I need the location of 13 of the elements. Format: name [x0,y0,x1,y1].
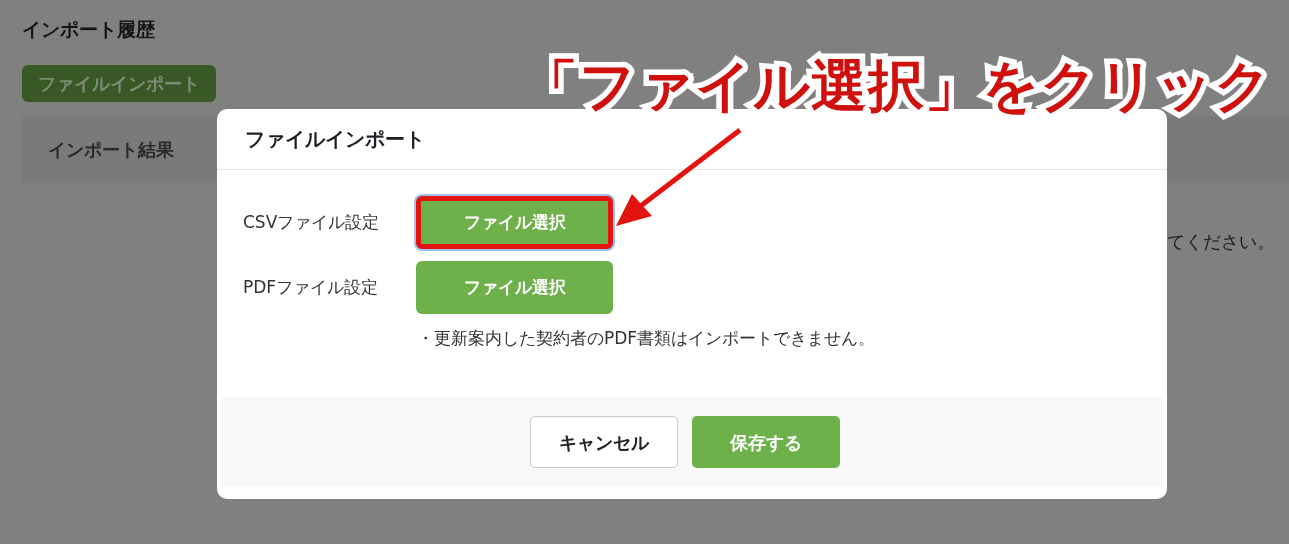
field-label: PDFファイル設定 [243,275,380,299]
page-title: インポート履歴 [22,18,156,41]
note-text: ・更新案内した契約者のPDF書類はインポートできません。 [416,327,877,350]
save-button[interactable]: 保存する [692,416,840,468]
message-text: てください。 [1167,230,1275,254]
callout-text: 「ファイル選択」をクリック [522,52,1272,120]
cancel-button[interactable]: キャンセル [530,416,678,468]
import-button[interactable]: ファイルインポート [22,64,216,102]
modal-title: ファイルインポート [245,127,425,151]
column-header: インポート結果 [48,137,174,162]
file-select-button[interactable]: ファイル選択 [416,196,613,249]
field-label: CSVファイル設定 [243,210,381,234]
file-select-button[interactable]: ファイル選択 [416,261,613,314]
